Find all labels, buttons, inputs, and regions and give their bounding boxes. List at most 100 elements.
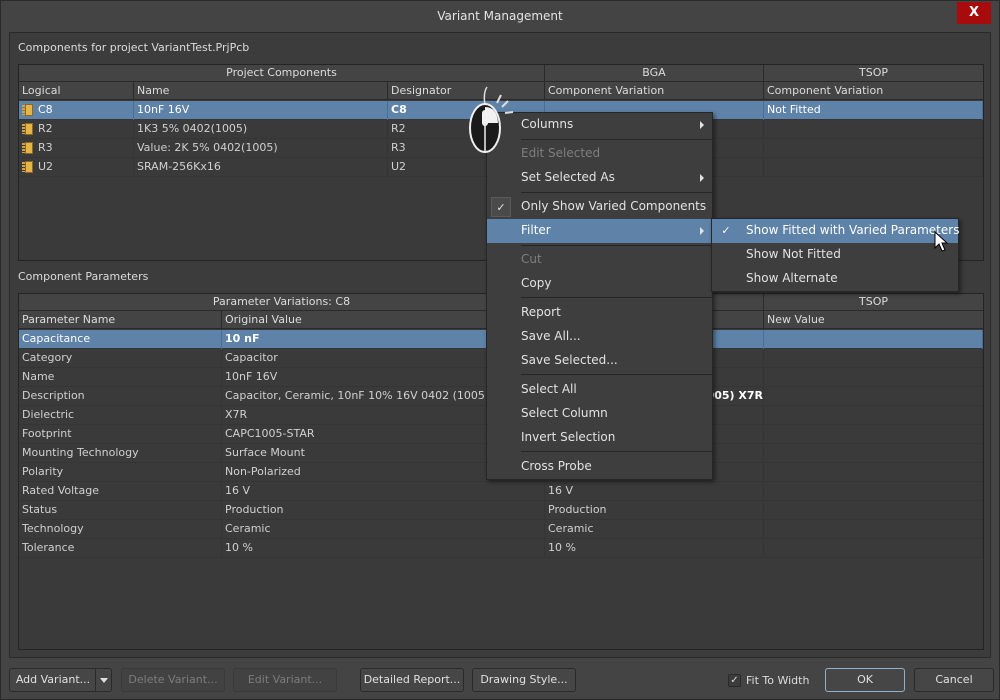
components-section-label: Components for project VariantTest.PrjPc…	[18, 41, 250, 54]
cell-tsop	[764, 330, 983, 349]
cell-name: Dielectric	[19, 406, 222, 425]
cell-name: Footprint	[19, 425, 222, 444]
parameters-section-label: Component Parameters	[18, 270, 149, 283]
menu-item-label: Filter	[521, 223, 551, 237]
menu-item-label: Copy	[521, 276, 552, 290]
parameter-row[interactable]: Tolerance 10 % 10 %	[19, 539, 983, 558]
band-project-components: Project Components	[19, 65, 545, 82]
cell-tsop	[764, 368, 983, 387]
menu-item-label: Show Alternate	[746, 271, 838, 285]
drawing-style-button[interactable]: Drawing Style...	[472, 668, 576, 692]
menu-separator	[521, 297, 712, 298]
submenu-item-show-fitted-with-varied-parameters[interactable]: Show Fitted with Varied Parameters ✓	[712, 219, 960, 243]
menu-item-label: Edit Selected	[521, 146, 601, 160]
cell-name: Status	[19, 501, 222, 520]
cell-bga: Ceramic	[545, 520, 764, 539]
band-parameter-variations: Parameter Variations: C8	[19, 294, 545, 311]
menu-item-cut[interactable]: Cut	[487, 248, 712, 272]
cell-tsop	[764, 501, 983, 520]
cell-original: 10 %	[222, 539, 545, 558]
band-tsop: TSOP	[859, 295, 888, 308]
menu-item-label: Show Not Fitted	[746, 247, 841, 261]
dialog-title: Variant Management	[437, 9, 563, 23]
add-variant-label: Add Variant...	[15, 673, 91, 686]
col-logical[interactable]: Logical	[19, 82, 134, 100]
band-tsop: TSOP	[859, 66, 888, 79]
context-menu: Columns Edit Selected Set Selected As Only …	[486, 112, 713, 480]
edit-variant-button[interactable]: Edit Variant...	[233, 668, 337, 692]
col-tsop-variation[interactable]: Component Variation	[764, 82, 983, 100]
add-variant-button[interactable]: Add Variant...	[9, 668, 112, 692]
cell-tsop	[764, 139, 983, 158]
menu-item-invert-selection[interactable]: Invert Selection	[487, 426, 712, 450]
arrow-cursor-icon	[934, 231, 949, 252]
cell-tsop	[764, 444, 983, 463]
menu-separator	[521, 139, 712, 140]
close-button[interactable]: X	[957, 2, 991, 24]
chevron-right-icon	[700, 121, 704, 129]
ok-button[interactable]: OK	[825, 668, 905, 692]
cell-name: Technology	[19, 520, 222, 539]
menu-item-label: Save Selected...	[521, 353, 618, 367]
fit-to-width-checkbox[interactable]: ✓	[728, 674, 741, 687]
menu-item-report[interactable]: Report	[487, 301, 712, 325]
menu-item-copy[interactable]: Copy	[487, 272, 712, 296]
menu-item-save-all[interactable]: Save All...	[487, 325, 712, 349]
parameter-row[interactable]: Technology Ceramic Ceramic	[19, 520, 983, 539]
cell-name: SRAM-256Kx16	[134, 158, 388, 177]
menu-separator	[521, 245, 712, 246]
parameter-row[interactable]: Rated Voltage 16 V 16 V	[19, 482, 983, 501]
close-icon: X	[968, 5, 980, 20]
menu-item-label: Cross Probe	[521, 459, 592, 473]
detailed-report-button[interactable]: Detailed Report...	[360, 668, 464, 692]
cell-tsop	[764, 349, 983, 368]
submenu-item-show-not-fitted[interactable]: Show Not Fitted	[712, 243, 958, 267]
fit-to-width-label[interactable]: Fit To Width	[746, 674, 809, 687]
menu-item-save-selected[interactable]: Save Selected...	[487, 349, 712, 373]
cell-logical: R3	[19, 139, 134, 158]
cell-original: Ceramic	[222, 520, 545, 539]
cell-bga: 10 %	[545, 539, 764, 558]
menu-item-label: Save All...	[521, 329, 581, 343]
col-tsop-new-value[interactable]: New Value	[764, 311, 983, 329]
menu-item-label: Show Fitted with Varied Parameters	[746, 223, 960, 237]
cell-name: Description	[19, 387, 222, 406]
cell-name: Name	[19, 368, 222, 387]
menu-item-label: Report	[521, 305, 561, 319]
col-bga-variation[interactable]: Component Variation	[545, 82, 764, 100]
cell-bga: 16 V	[545, 482, 764, 501]
check-icon: ✓	[730, 675, 739, 686]
cell-tsop	[764, 406, 983, 425]
menu-separator	[521, 374, 712, 375]
cell-name: Value: 2K 5% 0402(1005)	[134, 139, 388, 158]
title-bar: Variant Management X	[1, 1, 999, 32]
cell-tsop	[764, 158, 983, 177]
menu-item-filter[interactable]: Filter	[487, 219, 712, 243]
submenu-item-show-alternate[interactable]: Show Alternate	[712, 267, 958, 291]
cell-name: 10nF 16V	[134, 101, 388, 120]
cancel-button[interactable]: Cancel	[914, 668, 994, 692]
menu-item-only-show-varied-components[interactable]: Only Show Varied Components ✓	[487, 195, 712, 219]
col-parameter-name[interactable]: Parameter Name	[19, 311, 222, 329]
cell-tsop	[764, 463, 983, 482]
cell-logical: U2	[19, 158, 134, 177]
chevron-down-icon[interactable]	[95, 669, 111, 691]
cell-tsop	[764, 387, 983, 406]
filter-submenu: Show Fitted with Varied Parameters ✓ Show …	[711, 218, 959, 292]
cell-tsop	[764, 425, 983, 444]
delete-variant-button[interactable]: Delete Variant...	[121, 668, 225, 692]
cell-tsop: Not Fitted	[764, 101, 983, 120]
col-name[interactable]: Name	[134, 82, 388, 100]
cell-name: Mounting Technology	[19, 444, 222, 463]
cell-name: Rated Voltage	[19, 482, 222, 501]
menu-item-label: Invert Selection	[521, 430, 616, 444]
cell-name: Category	[19, 349, 222, 368]
menu-item-set-selected-as[interactable]: Set Selected As	[487, 166, 712, 190]
menu-item-select-column[interactable]: Select Column	[487, 402, 712, 426]
menu-item-select-all[interactable]: Select All	[487, 378, 712, 402]
chevron-right-icon	[700, 174, 704, 182]
parameter-row[interactable]: Status Production Production	[19, 501, 983, 520]
components-band-header: Project Components BGA TSOP	[19, 65, 983, 82]
menu-separator	[521, 192, 712, 193]
menu-item-cross-probe[interactable]: Cross Probe	[487, 455, 712, 479]
